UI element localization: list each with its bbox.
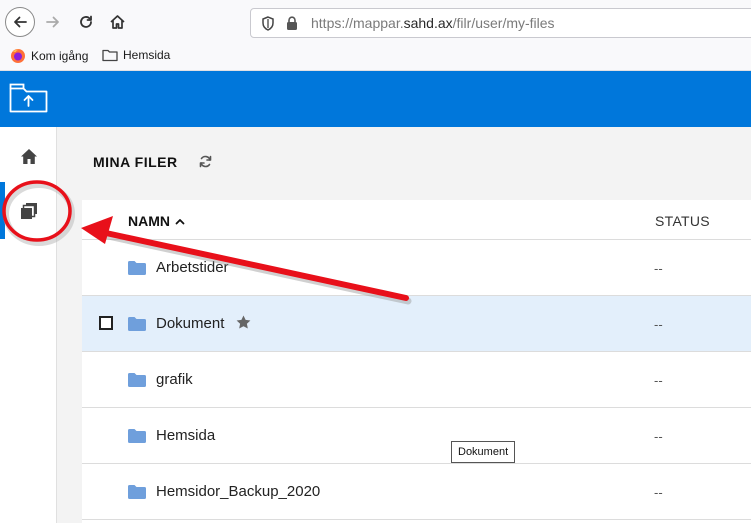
folder-icon xyxy=(102,49,118,62)
refresh-icon xyxy=(199,155,212,168)
table-row[interactable]: Arbetstider -- xyxy=(82,240,751,296)
left-rail xyxy=(0,127,57,523)
page-title: MINA FILER xyxy=(93,154,178,170)
bookmarks-bar: Kom igång Hemsida xyxy=(0,43,751,71)
file-name[interactable]: Hemsidor_Backup_2020 xyxy=(156,483,320,500)
bookmark-hemsida[interactable]: Hemsida xyxy=(102,48,170,62)
rail-item-my-files[interactable] xyxy=(0,183,57,239)
address-bar[interactable]: https://mappar.sahd.ax/filr/user/my-file… xyxy=(250,8,751,38)
arrow-left-icon xyxy=(14,16,27,28)
table-row[interactable]: Dokument -- xyxy=(82,296,751,352)
star-icon[interactable] xyxy=(236,315,251,329)
column-status-header[interactable]: STATUS xyxy=(655,213,710,229)
refresh-button[interactable] xyxy=(199,155,212,173)
sort-ascending-icon xyxy=(175,218,185,224)
forward-button[interactable] xyxy=(38,7,68,37)
column-name-header[interactable]: NAMN xyxy=(128,213,185,229)
firefox-icon xyxy=(11,49,25,63)
file-status: -- xyxy=(654,429,663,444)
tooltip: Dokument xyxy=(451,441,516,463)
home-outline-icon xyxy=(109,15,125,29)
file-status: -- xyxy=(654,485,663,500)
folder-upload-icon xyxy=(9,83,48,113)
row-checkbox[interactable] xyxy=(99,316,113,330)
bookmark-kom-igang[interactable]: Kom igång xyxy=(10,48,88,64)
home-icon xyxy=(20,148,37,164)
app-header xyxy=(0,71,751,127)
reload-button[interactable] xyxy=(71,7,101,37)
back-button[interactable] xyxy=(5,7,35,37)
file-name[interactable]: Arbetstider xyxy=(156,259,229,276)
file-list: NAMN STATUS Arbetstider -- Dokument -- g… xyxy=(82,200,751,523)
lock-icon xyxy=(287,16,297,30)
file-list-header: NAMN STATUS xyxy=(82,200,751,240)
folder-icon xyxy=(128,485,146,499)
folder-icon xyxy=(128,373,146,387)
upload-folder-button[interactable] xyxy=(9,83,48,118)
shield-icon xyxy=(262,16,274,31)
table-row[interactable]: grafik -- xyxy=(82,352,751,408)
folder-icon xyxy=(128,317,146,331)
arrow-right-icon xyxy=(46,16,59,28)
table-row[interactable]: Hemsidor_Backup_2020 -- xyxy=(82,464,751,520)
folder-icon xyxy=(128,429,146,443)
file-name[interactable]: grafik xyxy=(156,371,193,388)
home-button[interactable] xyxy=(102,7,132,37)
my-files-icon xyxy=(20,203,37,219)
file-status: -- xyxy=(654,373,663,388)
table-row[interactable]: Hemsida -- xyxy=(82,408,751,464)
browser-toolbar: https://mappar.sahd.ax/filr/user/my-file… xyxy=(0,0,751,43)
file-name[interactable]: Dokument xyxy=(156,315,224,332)
content-area: MINA FILER NAMN STATUS Arbetstider -- Do… xyxy=(57,127,751,523)
file-status: -- xyxy=(654,261,663,276)
folder-icon xyxy=(128,261,146,275)
url-text: https://mappar.sahd.ax/filr/user/my-file… xyxy=(311,15,555,31)
file-name[interactable]: Hemsida xyxy=(156,427,215,444)
file-status: -- xyxy=(654,317,663,332)
rail-item-home[interactable] xyxy=(0,128,57,184)
reload-icon xyxy=(80,15,92,28)
